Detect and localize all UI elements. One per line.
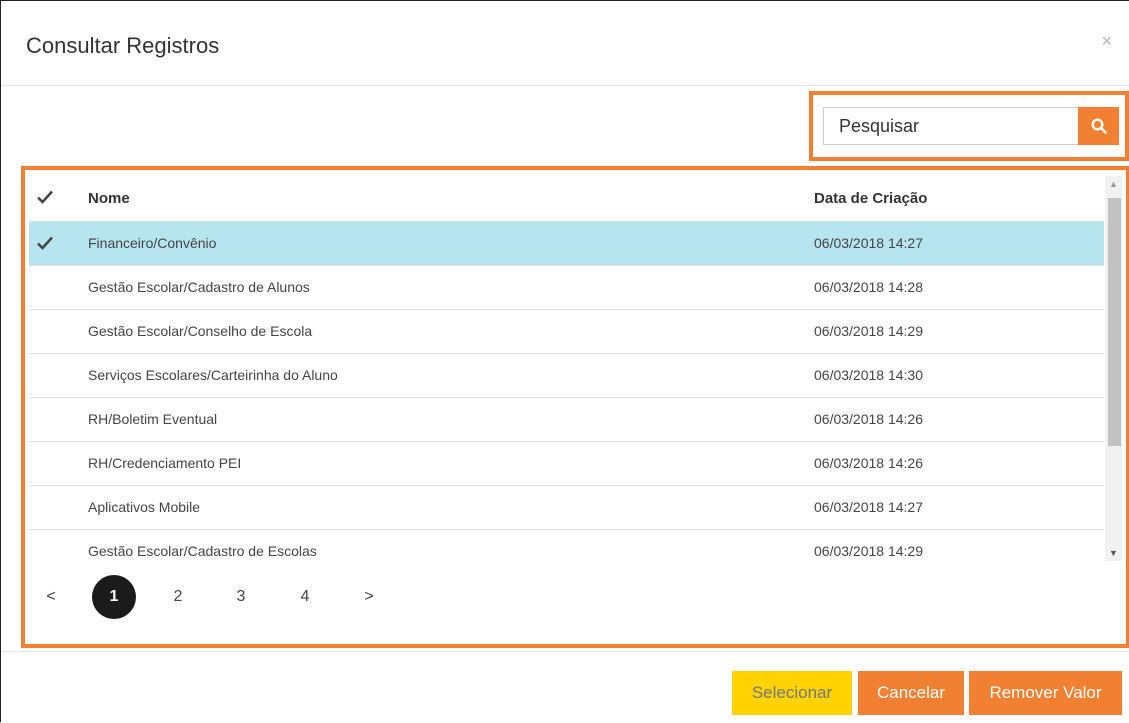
cancel-button[interactable]: Cancelar [858,671,964,715]
row-name: Gestão Escolar/Cadastro de Alunos [88,279,310,295]
pagination-next[interactable]: > [347,575,391,619]
table-row[interactable]: RH/Credenciamento PEI 06/03/2018 14:26 [29,442,1104,486]
row-date: 06/03/2018 14:27 [814,499,923,515]
scroll-up-arrow-icon[interactable]: ▲ [1105,176,1122,192]
search-button[interactable] [1078,107,1119,145]
row-name: Gestão Escolar/Cadastro de Escolas [88,543,317,559]
row-date: 06/03/2018 14:27 [814,235,923,251]
row-name: Aplicativos Mobile [88,499,201,515]
scroll-thumb[interactable] [1108,198,1121,446]
row-date: 06/03/2018 14:29 [814,543,923,559]
modal-header: Consultar Registros × [1,1,1129,86]
table-scrollbar[interactable]: ▲ ▼ [1105,176,1122,561]
pagination-page-4[interactable]: 4 [283,575,327,619]
row-date: 06/03/2018 14:29 [814,323,923,339]
row-date: 06/03/2018 14:26 [814,455,923,471]
table-row[interactable]: RH/Boletim Eventual 06/03/2018 14:26 [29,398,1104,442]
table-row[interactable]: Gestão Escolar/Conselho de Escola 06/03/… [29,310,1104,354]
modal-title: Consultar Registros [26,33,220,58]
row-date: 06/03/2018 14:26 [814,411,923,427]
pagination-prev[interactable]: < [29,575,73,619]
row-name: RH/Credenciamento PEI [88,455,242,471]
pagination-page-1[interactable]: 1 [92,575,136,619]
search-area [809,91,1129,161]
header-check-icon[interactable] [37,190,53,209]
close-icon[interactable]: × [1101,31,1112,52]
table-row[interactable]: Financeiro/Convênio 06/03/2018 14:27 [29,222,1104,266]
table-row[interactable]: Gestão Escolar/Cadastro de Escolas 06/03… [29,530,1104,561]
pagination-page-2[interactable]: 2 [156,575,200,619]
row-date: 06/03/2018 14:30 [814,367,923,383]
records-table-frame: Nome Data de Criação Financeiro/Convênio… [21,166,1129,648]
modal-footer: Selecionar Cancelar Remover Valor [1,651,1129,723]
column-header-date[interactable]: Data de Criação [814,190,927,207]
row-name: RH/Boletim Eventual [88,411,218,427]
row-name: Gestão Escolar/Conselho de Escola [88,323,313,339]
scroll-down-arrow-icon[interactable]: ▼ [1105,545,1122,561]
table-row[interactable]: Aplicativos Mobile 06/03/2018 14:27 [29,486,1104,530]
select-button[interactable]: Selecionar [732,671,852,715]
pagination-page-3[interactable]: 3 [219,575,263,619]
row-name: Serviços Escolares/Carteirinha do Aluno [88,367,338,383]
search-input[interactable] [823,107,1078,145]
records-grid: Nome Data de Criação Financeiro/Convênio… [29,176,1104,561]
column-header-name[interactable]: Nome [88,190,130,207]
table-header: Nome Data de Criação [29,176,1104,222]
row-date: 06/03/2018 14:28 [814,279,923,295]
pagination: < 1 2 3 4 > [29,575,629,619]
table-row[interactable]: Serviços Escolares/Carteirinha do Aluno … [29,354,1104,398]
check-icon [37,236,53,255]
search-icon [1090,118,1107,134]
table-row[interactable]: Gestão Escolar/Cadastro de Alunos 06/03/… [29,266,1104,310]
remove-value-button[interactable]: Remover Valor [969,671,1122,715]
modal-dialog: Consultar Registros × Nome Data de Criaç… [0,0,1129,722]
row-name: Financeiro/Convênio [88,235,217,251]
